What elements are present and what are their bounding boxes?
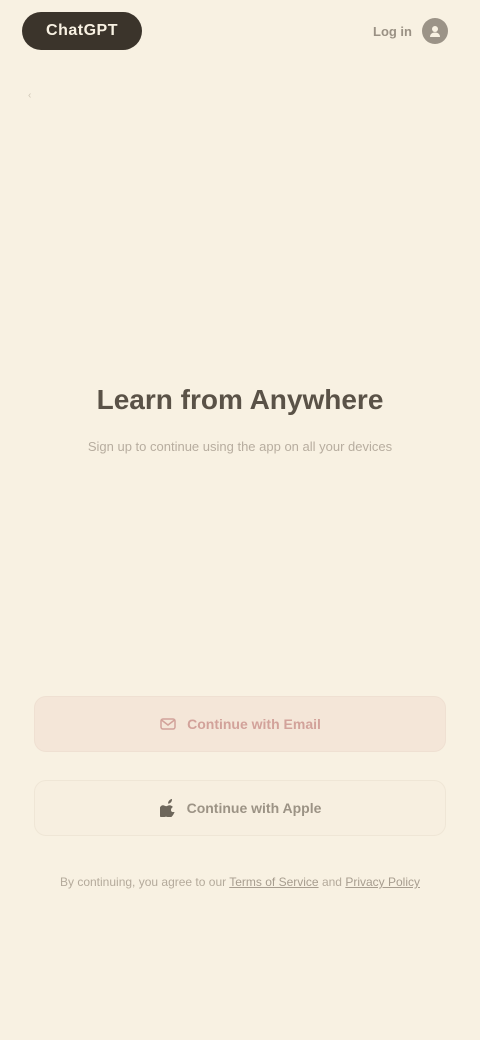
- user-icon[interactable]: [422, 18, 448, 44]
- terms-prefix: By continuing, you agree to our: [60, 875, 227, 889]
- app-logo[interactable]: ChatGPT: [22, 12, 142, 50]
- top-right-actions: Log in: [373, 18, 448, 44]
- hero-subtitle: Sign up to continue using the app on all…: [87, 439, 393, 454]
- hero-title: Learn from Anywhere: [96, 384, 384, 415]
- continue-apple-label: Continue with Apple: [186, 800, 322, 816]
- back-chevron-icon[interactable]: ‹: [28, 90, 44, 101]
- apple-icon: [159, 799, 177, 817]
- terms-of-service-link[interactable]: Terms of Service: [229, 875, 318, 889]
- login-link[interactable]: Log in: [373, 24, 412, 39]
- hero-section: Learn from Anywhere Sign up to continue …: [0, 380, 480, 456]
- continue-email-label: Continue with Email: [187, 716, 321, 732]
- terms-notice: By continuing, you agree to our Terms of…: [40, 872, 440, 892]
- continue-email-button[interactable]: Continue with Email: [34, 696, 446, 752]
- logo-text: ChatGPT: [46, 22, 118, 39]
- mail-icon: [159, 715, 177, 733]
- terms-join: and: [321, 875, 342, 889]
- privacy-policy-link[interactable]: Privacy Policy: [345, 875, 420, 889]
- continue-apple-button[interactable]: Continue with Apple: [34, 780, 446, 836]
- top-bar: ChatGPT ‹ Log in: [0, 0, 480, 120]
